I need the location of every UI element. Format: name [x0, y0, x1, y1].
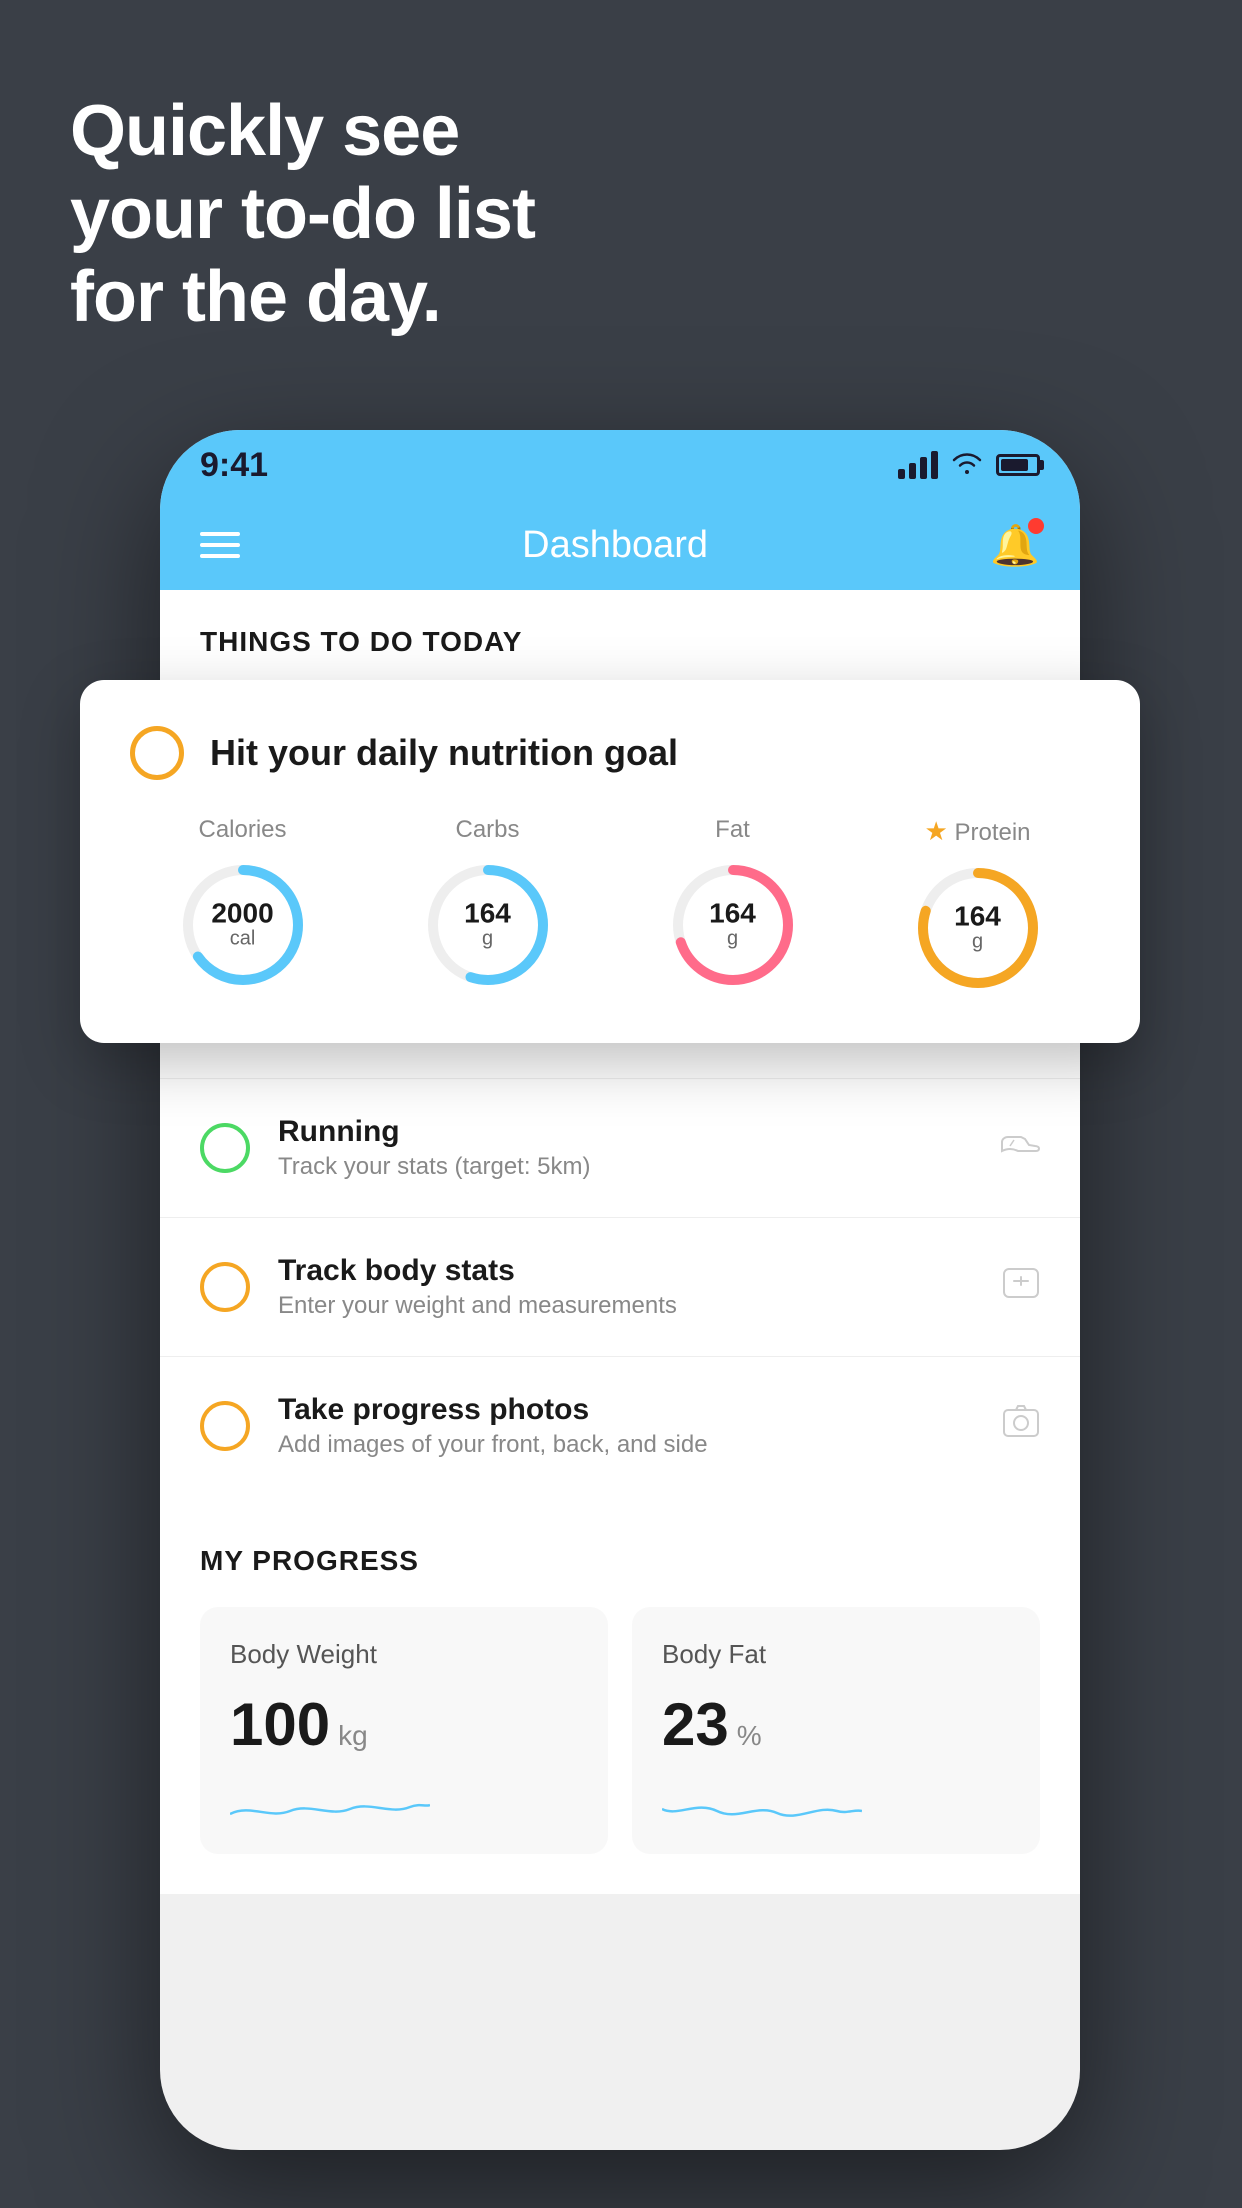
todo-title-body-stats: Track body stats [278, 1254, 974, 1288]
todo-title-running: Running [278, 1115, 972, 1149]
protein-unit: g [954, 931, 1001, 954]
progress-card-fat[interactable]: Body Fat 23 % [632, 1607, 1040, 1854]
status-time: 9:41 [200, 446, 268, 485]
header-title: Dashboard [522, 524, 708, 567]
hero-text: Quickly see your to-do list for the day. [70, 90, 535, 338]
things-to-do-header: THINGS TO DO TODAY [160, 590, 1080, 678]
todo-check-body-stats [200, 1262, 250, 1312]
todo-title-photos: Take progress photos [278, 1393, 974, 1427]
progress-fat-value: 23 [662, 1690, 729, 1759]
protein-ring: 164 g [913, 863, 1043, 993]
weight-wave [230, 1789, 430, 1829]
nutrition-fat: Fat 164 g [620, 816, 845, 993]
wifi-icon [952, 450, 982, 481]
protein-value: 164 [954, 903, 1001, 931]
fat-label: Fat [620, 816, 845, 844]
todo-list: Running Track your stats (target: 5km) T… [160, 1078, 1080, 1495]
calories-label: Calories [130, 816, 355, 844]
carbs-unit: g [464, 928, 511, 951]
status-bar: 9:41 [160, 430, 1080, 500]
progress-weight-value: 100 [230, 1690, 330, 1759]
nutrition-card-title: Hit your daily nutrition goal [210, 732, 678, 774]
progress-card-weight[interactable]: Body Weight 100 kg [200, 1607, 608, 1854]
protein-label: ★ Protein [865, 816, 1090, 847]
fat-ring: 164 g [668, 860, 798, 990]
todo-item-body-stats[interactable]: Track body stats Enter your weight and m… [160, 1217, 1080, 1356]
hero-line1: Quickly see [70, 90, 535, 173]
todo-item-running[interactable]: Running Track your stats (target: 5km) [160, 1078, 1080, 1217]
scale-icon [1002, 1265, 1040, 1310]
notification-bell[interactable]: 🔔 [990, 522, 1040, 569]
notification-dot [1028, 518, 1044, 534]
fat-unit: g [709, 928, 756, 951]
nutrition-circle-check [130, 726, 184, 780]
fat-value: 164 [709, 900, 756, 928]
progress-card-weight-title: Body Weight [230, 1639, 578, 1670]
nutrition-calories: Calories 2000 cal [130, 816, 355, 993]
calories-value: 2000 [211, 900, 273, 928]
photo-icon [1002, 1404, 1040, 1449]
carbs-ring: 164 g [423, 860, 553, 990]
protein-star-icon: ★ [924, 816, 947, 846]
progress-weight-unit: kg [338, 1720, 368, 1752]
nutrition-grid: Calories 2000 cal Carbs [130, 816, 1090, 993]
nutrition-carbs: Carbs 164 g [375, 816, 600, 993]
progress-card-fat-title: Body Fat [662, 1639, 1010, 1670]
todo-check-photos [200, 1401, 250, 1451]
calories-ring: 2000 cal [178, 860, 308, 990]
app-header: Dashboard 🔔 [160, 500, 1080, 590]
todo-subtitle-running: Track your stats (target: 5km) [278, 1153, 972, 1181]
status-icons [898, 450, 1040, 481]
nutrition-protein: ★ Protein 164 g [865, 816, 1090, 993]
menu-icon[interactable] [200, 532, 240, 558]
shoe-icon [1000, 1129, 1040, 1168]
todo-subtitle-photos: Add images of your front, back, and side [278, 1431, 974, 1459]
todo-item-photos[interactable]: Take progress photos Add images of your … [160, 1356, 1080, 1495]
battery-icon [996, 454, 1040, 476]
progress-section: MY PROGRESS Body Weight 100 kg Body Fat … [160, 1495, 1080, 1894]
nutrition-card: Hit your daily nutrition goal Calories 2… [80, 680, 1140, 1043]
progress-grid: Body Weight 100 kg Body Fat 23 % [200, 1607, 1040, 1854]
calories-unit: cal [211, 928, 273, 951]
carbs-value: 164 [464, 900, 511, 928]
fat-wave [662, 1789, 862, 1829]
hero-line2: your to-do list [70, 173, 535, 256]
progress-fat-unit: % [737, 1720, 762, 1752]
todo-check-running [200, 1123, 250, 1173]
signal-icon [898, 451, 938, 479]
hero-line3: for the day. [70, 256, 535, 339]
todo-subtitle-body-stats: Enter your weight and measurements [278, 1292, 974, 1320]
progress-header: MY PROGRESS [200, 1545, 1040, 1577]
carbs-label: Carbs [375, 816, 600, 844]
